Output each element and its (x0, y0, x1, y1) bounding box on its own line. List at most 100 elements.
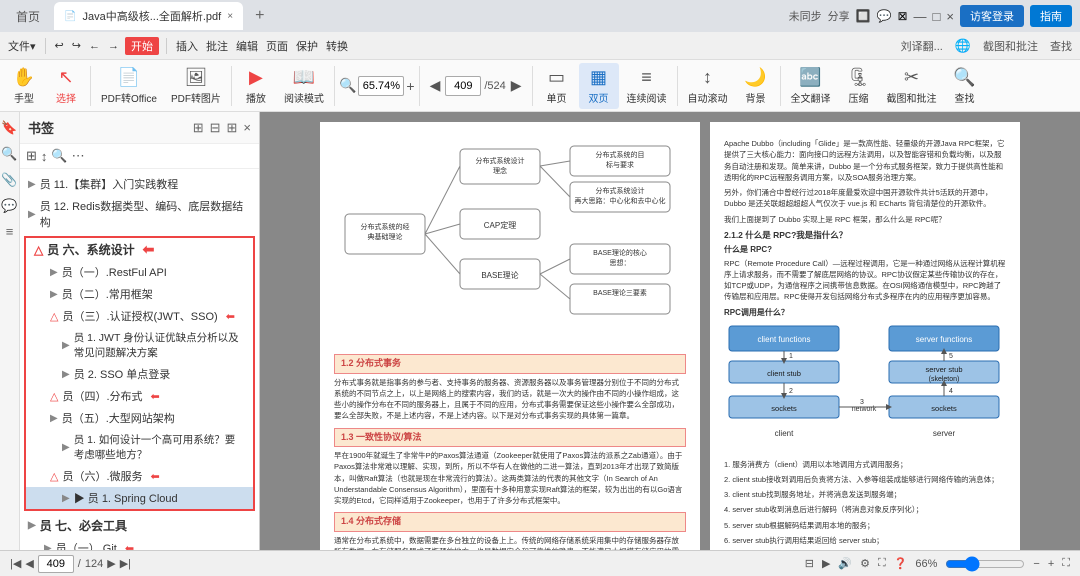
status-page-input[interactable] (38, 555, 74, 573)
comment-strip-icon[interactable]: 💬 (1, 198, 17, 214)
menu-page[interactable]: 页面 (264, 38, 290, 54)
list-item[interactable]: ▶ 员（一）.RestFul API (26, 261, 253, 283)
page-input[interactable] (445, 76, 481, 96)
tri-icon: ▶ (28, 520, 36, 531)
status-first-btn[interactable]: |◀ (10, 557, 21, 570)
window-maximize[interactable]: □ (933, 9, 941, 24)
sidebar-tool1[interactable]: ⊞ (26, 148, 37, 164)
sidebar-tool2[interactable]: ↕ (41, 149, 48, 164)
double-page-btn[interactable]: ▦ 双页 (579, 63, 619, 109)
list-item[interactable]: ▶ 员 11.【集群】入门实践教程 (20, 173, 259, 195)
hand-tool-btn[interactable]: ✋ 手型 (4, 63, 44, 109)
list-item[interactable]: ▶ 员 12. Redis数据类型、编码、底层数据结构 (20, 195, 259, 233)
note-1: 1. 服务消费方（client）调用以本地调用方式调用服务； (724, 459, 1006, 470)
vdiv6 (677, 66, 678, 106)
vdiv3 (334, 66, 335, 106)
pdf-to-image-btn[interactable]: 🖼 PDF转图片 (165, 63, 227, 109)
pdf-to-office-btn[interactable]: 📄 PDF转Office (95, 63, 163, 109)
home-tab[interactable]: 首页 (8, 4, 48, 29)
status-zoom-icon[interactable]: ⛶ (878, 557, 886, 570)
menu-insert[interactable]: 插入 (174, 38, 200, 54)
menu-comment[interactable]: 批注 (204, 38, 230, 54)
find-tool[interactable]: 查找 (1048, 38, 1074, 54)
menu-protect[interactable]: 保护 (294, 38, 320, 54)
sidebar-icon2[interactable]: ⊟ (210, 120, 221, 136)
sidebar-collapse-icon[interactable]: × (243, 120, 251, 136)
menu-file[interactable]: 文件▾ (6, 38, 38, 54)
list-item[interactable]: △ 员（四）.分布式 ⬅ (26, 385, 253, 407)
auto-scroll-btn[interactable]: ↕ 自动滚动 (682, 63, 734, 109)
menu-undo2[interactable]: ↪ (70, 39, 83, 52)
list-item[interactable]: ▶ 员 1. JWT 身份认证优缺点分析以及常见问题解决方案 (26, 327, 253, 363)
menu-forward[interactable]: → (106, 40, 121, 52)
menu-start[interactable]: 开始 (125, 37, 159, 55)
list-item[interactable]: ▶ 员 1. 如何设计一个高可用系统？要考虑哪些地方？ (26, 429, 253, 465)
note-4: 4. server stub收到消息后进行解码（将消息对象反序列化）； (724, 504, 1006, 515)
list-item[interactable]: ▶ 员 七、必会工具 (20, 514, 259, 537)
continuous-btn[interactable]: ≡ 连续阅读 (621, 63, 673, 109)
status-last-btn[interactable]: ▶| (120, 557, 131, 570)
reading-mode-btn[interactable]: 📖 阅读模式 (278, 63, 330, 109)
hand-label: 手型 (14, 90, 34, 105)
pdf-tab[interactable]: 📄 Java中高级核...全面解析.pdf × (54, 2, 243, 30)
list-item[interactable]: △ 员（六）.微服务 ⬅ (26, 465, 253, 487)
status-play-btn[interactable]: ▶ (822, 557, 830, 570)
zoom-out-status-btn[interactable]: − (1033, 558, 1039, 570)
zoom-out-btn[interactable]: 🔍 (339, 77, 356, 94)
compress-btn[interactable]: 🗜 压缩 (839, 63, 879, 109)
sidebar-icon3[interactable]: ⊞ (227, 120, 238, 136)
search-strip-icon[interactable]: 🔍 (1, 146, 17, 162)
window-close[interactable]: × (946, 9, 954, 24)
guide-btn[interactable]: 指南 (1030, 5, 1072, 27)
liu-yifan-translate[interactable]: 刘译翻... (899, 38, 945, 54)
sidebar-icon1[interactable]: ⊞ (193, 120, 204, 136)
bookmark-strip-icon[interactable]: 🔖 (1, 120, 17, 136)
zoom-input[interactable] (358, 76, 404, 96)
zoom-in-btn[interactable]: + (406, 78, 414, 94)
crop-tool[interactable]: 截图和批注 (981, 38, 1040, 54)
menu-undo1[interactable]: ↩ (53, 39, 66, 52)
find-btn[interactable]: 🔍 查找 (945, 63, 985, 109)
list-item[interactable]: ▶ ▶ 员 1. Spring Cloud (26, 487, 253, 509)
list-item[interactable]: ▶ 员（二）.常用框架 (26, 283, 253, 305)
status-sound-icon[interactable]: 🔊 (838, 557, 852, 570)
attachment-strip-icon[interactable]: 📎 (1, 172, 17, 188)
layer-strip-icon[interactable]: ≡ (6, 224, 14, 239)
tri-icon: △ (50, 390, 58, 403)
menu-convert[interactable]: 转换 (324, 38, 350, 54)
window-minimize[interactable]: — (914, 9, 927, 24)
fullscreen-btn[interactable]: ⛶ (1062, 557, 1070, 570)
single-page-btn[interactable]: ▭ 单页 (537, 63, 577, 109)
new-tab-btn[interactable]: + (249, 7, 270, 25)
status-prev-btn[interactable]: ◀ (25, 557, 33, 570)
share-btn[interactable]: 分享 (828, 8, 850, 24)
list-item[interactable]: ▶ 员 2. SSO 单点登录 (26, 363, 253, 385)
play-btn[interactable]: ▶ 播放 (236, 63, 276, 109)
hand-icon: ✋ (13, 67, 35, 88)
red-arrow-icon2: ⬅ (226, 310, 235, 323)
list-item[interactable]: △ 员 六、系统设计 ⬅ (26, 238, 253, 261)
sidebar-tool3[interactable]: 🔍 (51, 148, 67, 164)
menu-edit[interactable]: 编辑 (234, 38, 260, 54)
zoom-slider[interactable] (945, 556, 1025, 572)
tab-close-btn[interactable]: × (227, 11, 233, 22)
status-help-icon[interactable]: ❓ (894, 557, 908, 570)
list-item[interactable]: ▶ 员（一）.Git ⬅ (20, 537, 259, 550)
sidebar-tool4[interactable]: ⋯ (72, 148, 85, 164)
status-next-btn[interactable]: ▶ (107, 557, 115, 570)
crop-btn[interactable]: ✂ 截图和批注 (881, 63, 943, 109)
bg-label: 背景 (746, 90, 766, 105)
status-gear-icon[interactable]: ⚙ (860, 557, 870, 570)
next-page-btn[interactable]: ▶ (509, 75, 524, 96)
list-item[interactable]: △ 员（三）.认证授权(JWT、SSO) ⬅ (26, 305, 253, 327)
status-right-controls: ⊟ ▶ 🔊 ⚙ ⛶ ❓ 66% − + ⛶ (805, 556, 1070, 572)
status-icon1[interactable]: ⊟ (805, 557, 814, 570)
menu-back[interactable]: ← (87, 40, 102, 52)
zoom-in-status-btn[interactable]: + (1048, 558, 1054, 570)
full-translate-btn[interactable]: 🔤 全文翻译 (785, 63, 837, 109)
bg-btn[interactable]: 🌙 背景 (736, 63, 776, 109)
visitor-login-btn[interactable]: 访客登录 (960, 5, 1024, 27)
prev-page-btn[interactable]: ◀ (428, 75, 443, 96)
list-item[interactable]: ▶ 员（五）.大型网站架构 (26, 407, 253, 429)
select-tool-btn[interactable]: ↖ 选择 (46, 63, 86, 109)
